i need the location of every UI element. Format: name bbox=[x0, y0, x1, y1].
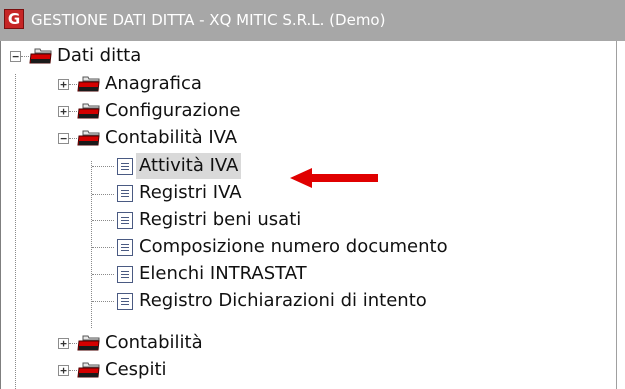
document-icon bbox=[117, 266, 133, 283]
tree-connector-line bbox=[92, 301, 114, 302]
folder-icon bbox=[77, 361, 101, 379]
collapse-toggle[interactable]: − bbox=[58, 133, 69, 144]
tree-item-label[interactable]: Registri beni usati bbox=[139, 207, 301, 233]
annotation-arrow-icon bbox=[290, 168, 378, 188]
tree-connector-line bbox=[69, 138, 77, 139]
document-icon bbox=[117, 185, 133, 202]
window-title: GESTIONE DATI DITTA - XQ MITIC S.R.L. (D… bbox=[31, 11, 386, 29]
tree-node-label[interactable]: Cespiti bbox=[105, 357, 167, 383]
tree-connector-line bbox=[91, 161, 92, 328]
expand-toggle[interactable]: + bbox=[58, 79, 69, 90]
tree-connector-line bbox=[92, 194, 114, 195]
folder-icon bbox=[77, 129, 101, 147]
collapse-toggle[interactable]: − bbox=[10, 51, 21, 62]
app-logo-icon: G bbox=[4, 9, 24, 29]
tree-connector-line bbox=[92, 166, 114, 167]
tree-connector-line bbox=[21, 56, 29, 57]
expand-toggle[interactable]: + bbox=[58, 338, 69, 349]
tree-connector-line bbox=[15, 74, 16, 389]
tree-node-label[interactable]: Contabilità bbox=[105, 330, 203, 356]
tree-node-label[interactable]: Dati ditta bbox=[57, 43, 141, 69]
tree-item-label[interactable]: Elenchi INTRASTAT bbox=[139, 261, 307, 287]
tree-view[interactable]: − Dati ditta + Anagrafica + Configurazio… bbox=[0, 41, 616, 389]
tree-node-label[interactable]: Anagrafica bbox=[105, 71, 202, 97]
expand-toggle[interactable]: + bbox=[58, 365, 69, 376]
window-titlebar[interactable]: G GESTIONE DATI DITTA - XQ MITIC S.R.L. … bbox=[0, 0, 625, 41]
document-icon bbox=[117, 212, 133, 229]
tree-node-label[interactable]: Contabilità IVA bbox=[105, 125, 237, 151]
folder-icon bbox=[77, 75, 101, 93]
tree-connector-line bbox=[92, 220, 114, 221]
folder-icon bbox=[77, 102, 101, 120]
tree-connector-line bbox=[69, 111, 77, 112]
folder-icon bbox=[77, 334, 101, 352]
document-icon bbox=[117, 158, 133, 175]
expand-toggle[interactable]: + bbox=[58, 106, 69, 117]
tree-connector-line bbox=[69, 370, 77, 371]
tree-item-label[interactable]: Attività IVA bbox=[136, 153, 242, 179]
folder-icon bbox=[29, 47, 53, 65]
tree-node-label[interactable]: Configurazione bbox=[105, 98, 241, 124]
tree-item-label[interactable]: Registro Dichiarazioni di intento bbox=[139, 288, 427, 314]
tree-connector-line bbox=[69, 343, 77, 344]
tree-connector-line bbox=[92, 274, 114, 275]
tree-connector-line bbox=[69, 84, 77, 85]
document-icon bbox=[117, 239, 133, 256]
tree-connector-line bbox=[92, 247, 114, 248]
tree-item-label[interactable]: Composizione numero documento bbox=[139, 234, 448, 260]
right-border bbox=[616, 41, 617, 389]
document-icon bbox=[117, 293, 133, 310]
tree-item-label[interactable]: Registri IVA bbox=[139, 180, 242, 206]
